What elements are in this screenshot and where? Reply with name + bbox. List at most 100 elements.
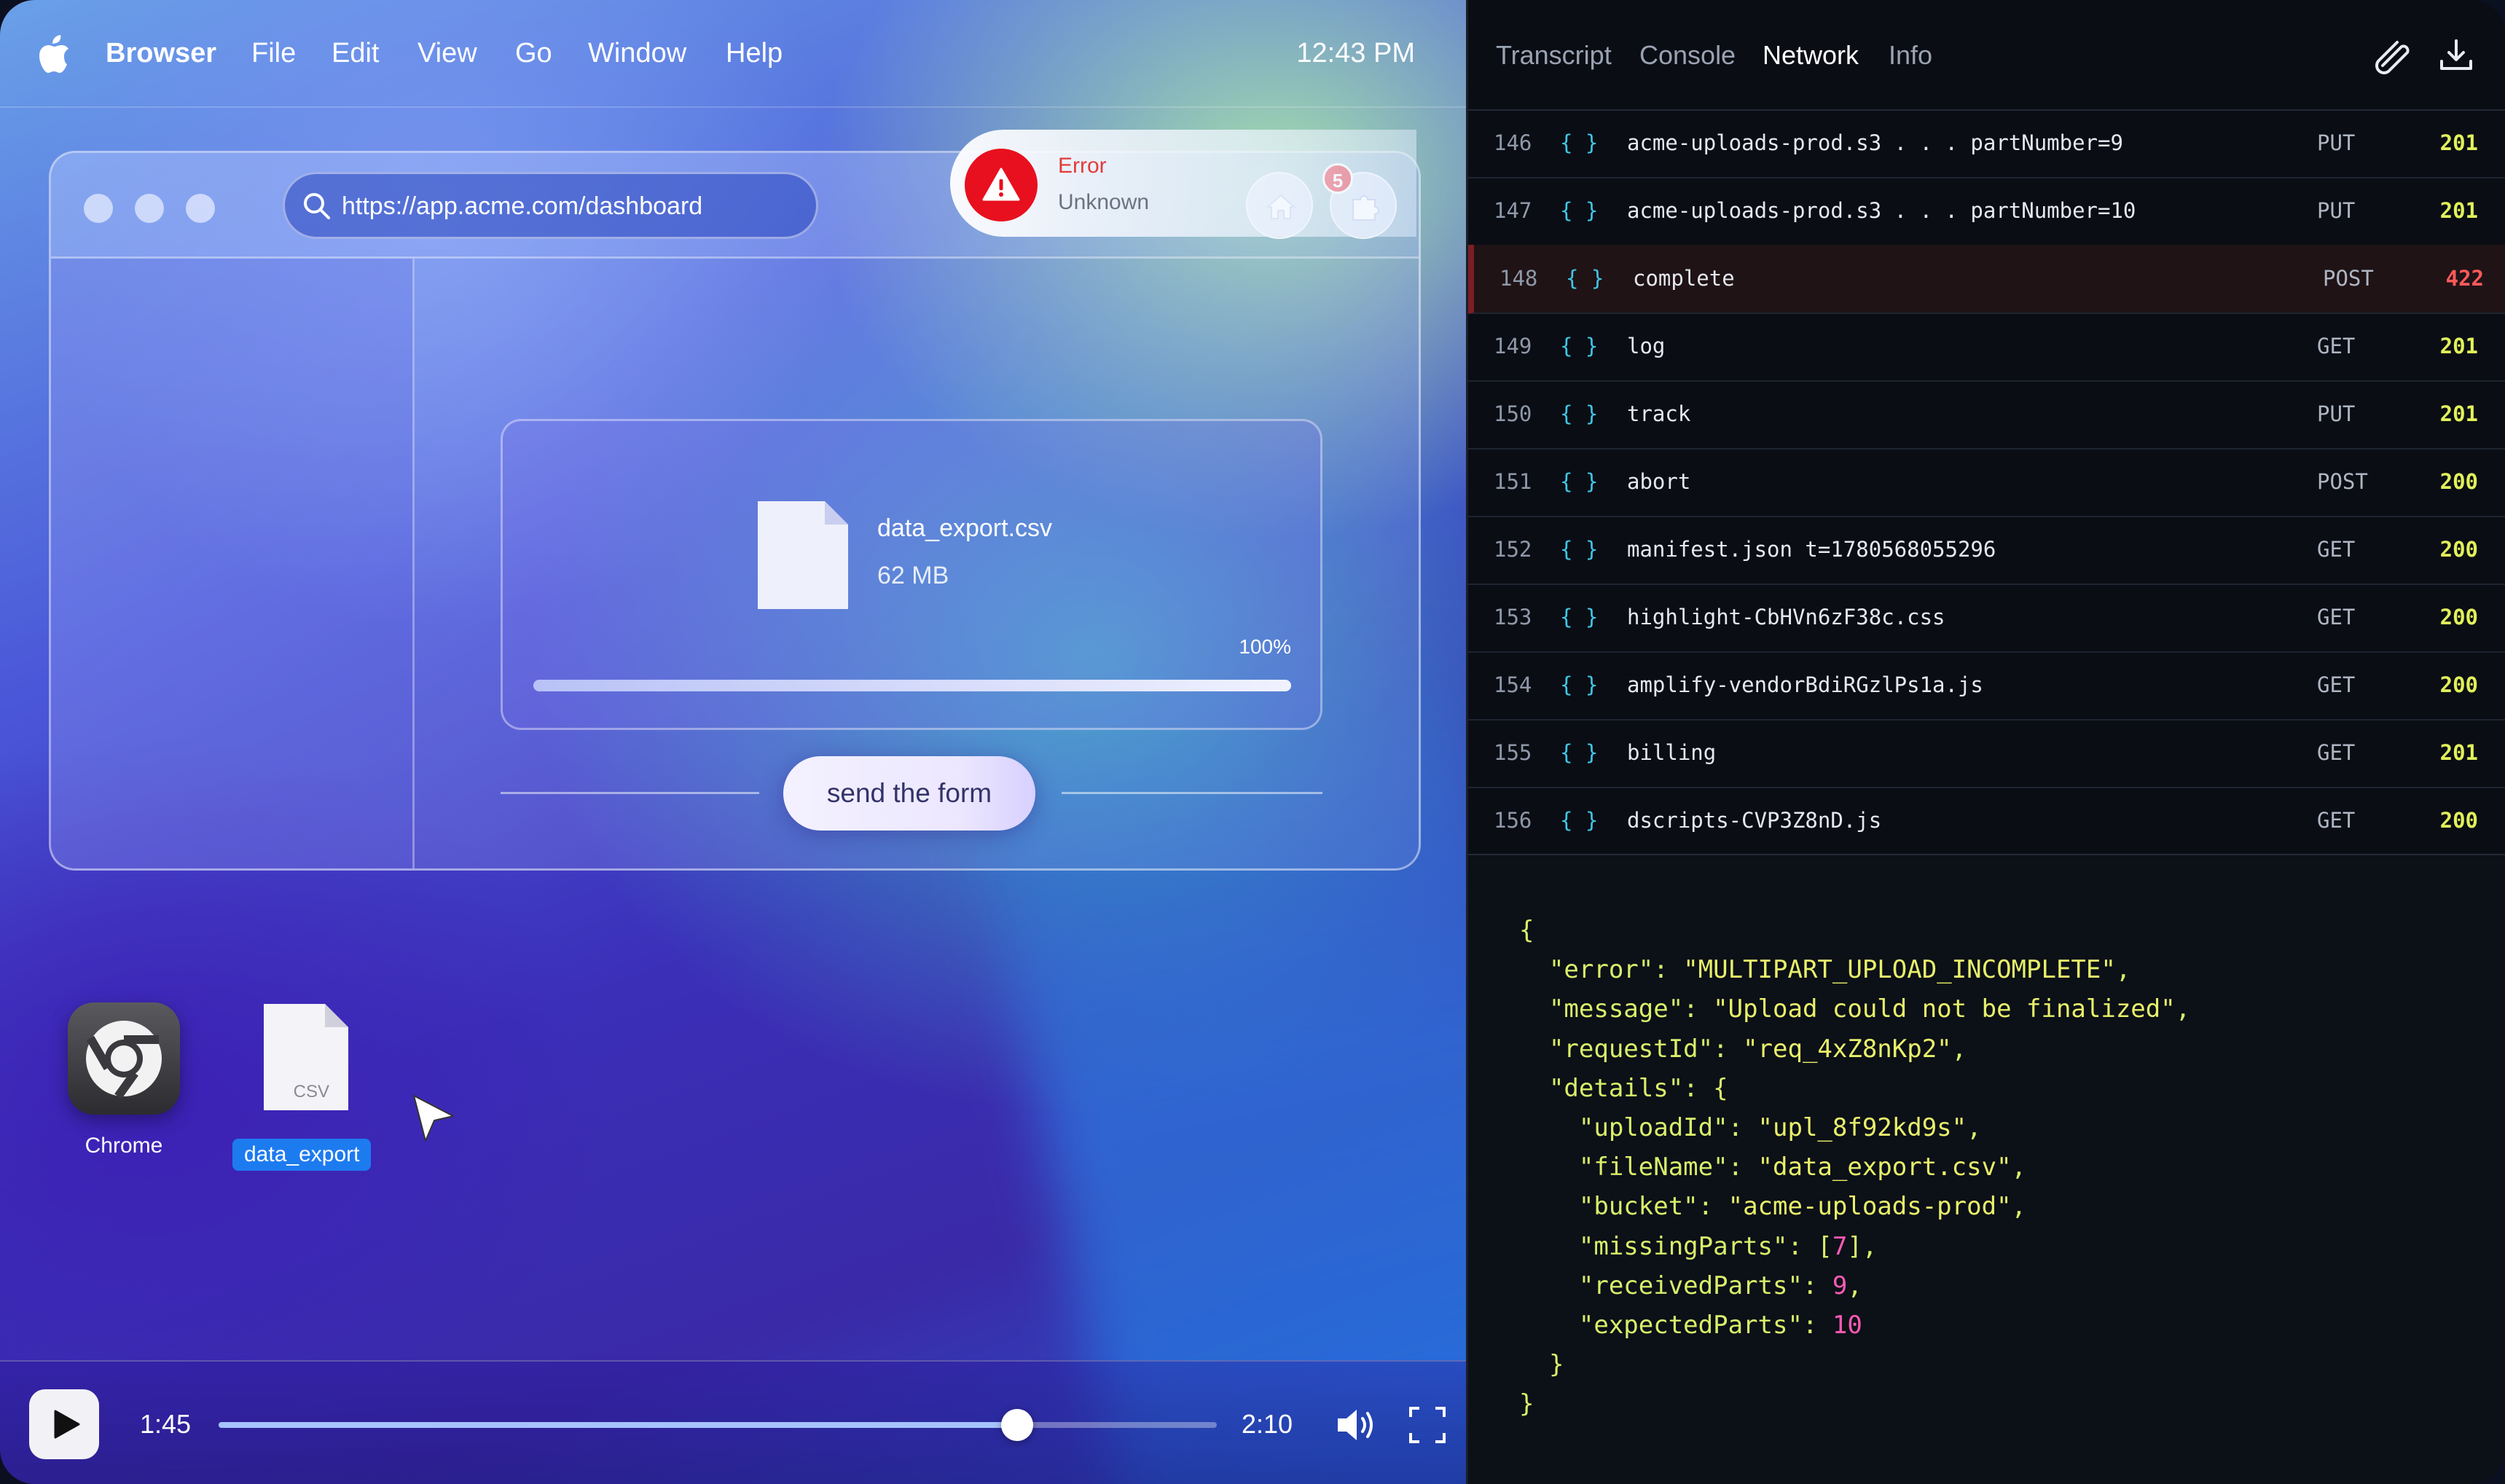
request-name: track: [1627, 401, 1691, 426]
play-button[interactable]: [29, 1389, 99, 1459]
json-token: "expectedParts": [1578, 1311, 1803, 1340]
request-name: log: [1627, 334, 1666, 358]
send-form-button[interactable]: send the form: [783, 756, 1035, 831]
duration: 2:10: [1242, 1409, 1293, 1439]
request-status: 200: [2439, 808, 2478, 833]
menu-view[interactable]: View: [418, 35, 477, 71]
row-number: 155: [1494, 740, 1532, 765]
divider-right: [1062, 792, 1322, 794]
menu-window[interactable]: Window: [588, 35, 686, 71]
menu-go[interactable]: Go: [515, 35, 552, 71]
json-token: "error": [1548, 955, 1654, 985]
json-token: ,: [2011, 1192, 2027, 1222]
request-status: 200: [2439, 469, 2478, 494]
network-row[interactable]: 150 { } track PUT 201: [1468, 380, 2505, 449]
devtools-tabs: Transcript Console Network Info: [1468, 0, 2505, 111]
json-token: ,: [1967, 1113, 1982, 1143]
json-token: :: [1728, 1113, 1758, 1143]
json-line: }: [1519, 1384, 2190, 1424]
chrome-icon: [86, 1021, 162, 1099]
menu-edit[interactable]: Edit: [332, 35, 379, 71]
json-token: "upl_8f92kd9s": [1757, 1113, 1967, 1143]
menu-help[interactable]: Help: [726, 35, 783, 71]
menu-file[interactable]: File: [251, 35, 296, 71]
download-icon[interactable]: [2437, 36, 2475, 74]
request-method: POST: [2317, 469, 2368, 494]
response-json: { "error": "MULTIPART_UPLOAD_INCOMPLETE"…: [1519, 911, 2190, 1424]
data-export-label[interactable]: data_export: [232, 1139, 372, 1171]
row-number: 153: [1494, 605, 1532, 629]
network-row[interactable]: 153 { } highlight-CbHVn6zF38c.css GET 200: [1468, 584, 2505, 653]
tab-network[interactable]: Network: [1763, 38, 1859, 73]
json-token: "req_4xZ8nKp2": [1743, 1034, 1952, 1064]
network-row[interactable]: 149 { } log GET 201: [1468, 313, 2505, 382]
json-token: {: [1519, 916, 1534, 945]
json-token: :: [1698, 1192, 1728, 1222]
network-row[interactable]: 147 { } acme-uploads-prod.s3 . . . partNum…: [1468, 177, 2505, 246]
json-line: "fileName": "data_export.csv",: [1519, 1147, 2190, 1187]
request-name: highlight-CbHVn6zF38c.css: [1627, 605, 1945, 629]
window-minimize-button[interactable]: [135, 194, 164, 223]
row-number: 151: [1494, 469, 1532, 494]
json-token: :: [1802, 1271, 1832, 1300]
apple-icon[interactable]: [36, 35, 70, 74]
csv-file-icon[interactable]: CSV: [264, 1004, 348, 1110]
network-row[interactable]: 154 { } amplify-vendorBdiRGzlPs1a.js GET 200: [1468, 651, 2505, 721]
network-row[interactable]: 155 { } billing GET 201: [1468, 719, 2505, 788]
upload-percent: 100%: [1239, 635, 1291, 658]
tab-info[interactable]: Info: [1889, 38, 1932, 73]
json-token: 9: [1832, 1271, 1848, 1300]
json-token: "data_export.csv": [1757, 1153, 2012, 1182]
request-name: manifest.json t=1780568055296: [1627, 537, 1996, 562]
json-line: "message": "Upload could not be finalize…: [1519, 989, 2190, 1029]
json-token: }: [1519, 1350, 1564, 1380]
network-row[interactable]: 152 { } manifest.json t=1780568055296 GET 20…: [1468, 516, 2505, 585]
window-zoom-button[interactable]: [186, 194, 215, 223]
json-token: 10: [1832, 1311, 1862, 1340]
seek-handle[interactable]: [1001, 1409, 1033, 1441]
json-line: "bucket": "acme-uploads-prod",: [1519, 1187, 2190, 1226]
network-row[interactable]: 151 { } abort POST 200: [1468, 448, 2505, 517]
chrome-label[interactable]: Chrome: [73, 1131, 175, 1161]
json-token: :: [1653, 955, 1684, 985]
json-token: : {: [1683, 1073, 1728, 1103]
network-row[interactable]: 146 { } acme-uploads-prod.s3 . . . partNum…: [1468, 109, 2505, 178]
tab-console[interactable]: Console: [1639, 38, 1736, 73]
seek-bar[interactable]: [219, 1409, 1217, 1441]
volume-icon[interactable]: [1335, 1405, 1379, 1445]
json-token: :: [1713, 1034, 1744, 1064]
upload-progress-fill: [533, 680, 1291, 691]
request-name: complete: [1633, 266, 1735, 291]
row-number: 150: [1494, 401, 1532, 426]
error-indicator: [965, 149, 1038, 221]
address-bar[interactable]: https://app.acme.com/dashboard: [283, 172, 818, 239]
request-status: 200: [2439, 605, 2478, 629]
clear-icon[interactable]: [2375, 36, 2413, 74]
network-row[interactable]: 148 { } complete POST 422: [1468, 245, 2505, 314]
request-method: PUT: [2317, 401, 2356, 426]
toast-message: Unknown: [1058, 190, 1150, 214]
window-close-button[interactable]: [84, 194, 113, 223]
json-type-icon: { }: [1560, 672, 1599, 697]
json-type-icon: { }: [1560, 808, 1599, 833]
request-status: 201: [2439, 130, 2478, 155]
json-type-icon: { }: [1560, 401, 1599, 426]
file-name: data_export.csv: [877, 514, 1053, 542]
menu-app-name[interactable]: Browser: [106, 35, 216, 71]
chrome-desktop-icon[interactable]: [68, 1002, 180, 1115]
json-token: ,: [1951, 1034, 1967, 1064]
document-icon: [758, 501, 848, 609]
network-row[interactable]: 156 { } dscripts-CVP3Z8nD.js GET 200: [1468, 787, 2505, 856]
json-token: "acme-uploads-prod": [1728, 1192, 2012, 1222]
error-toast[interactable]: Error Unknown: [950, 130, 1416, 237]
json-line: "requestId": "req_4xZ8nKp2",: [1519, 1029, 2190, 1069]
json-token: "receivedParts": [1578, 1271, 1803, 1300]
request-status: 201: [2439, 334, 2478, 358]
play-icon: [54, 1410, 80, 1439]
request-name: amplify-vendorBdiRGzlPs1a.js: [1627, 672, 1983, 697]
tab-transcript[interactable]: Transcript: [1496, 38, 1612, 73]
json-line: "expectedParts": 10: [1519, 1306, 2190, 1345]
fullscreen-icon[interactable]: [1408, 1405, 1447, 1445]
